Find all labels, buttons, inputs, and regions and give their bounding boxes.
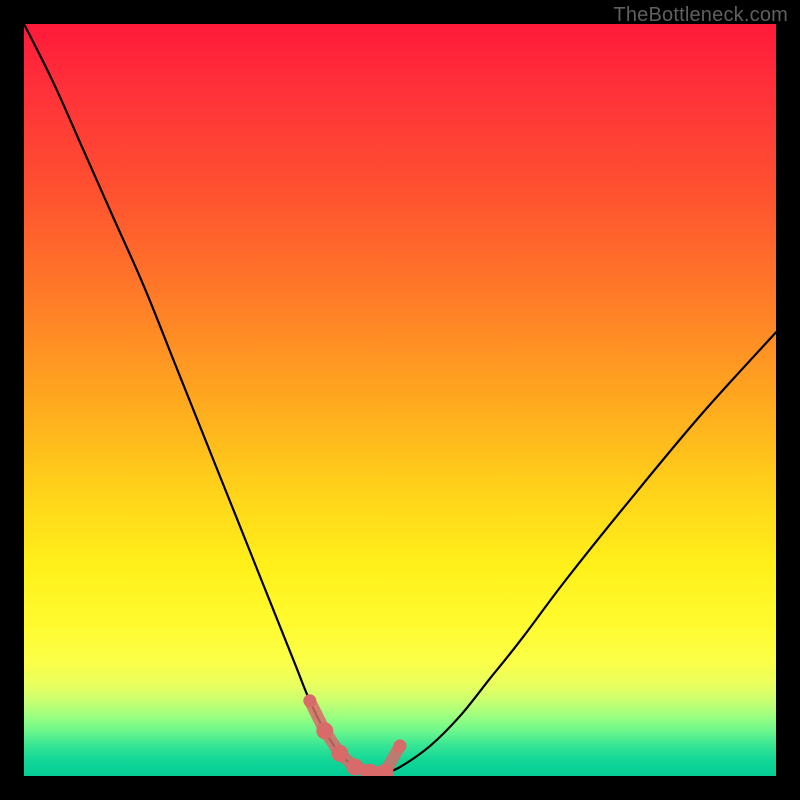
bottleneck-curve — [24, 24, 776, 773]
curve-svg — [24, 24, 776, 776]
marker-group — [303, 694, 406, 776]
basin-marker — [303, 694, 316, 707]
basin-marker — [316, 722, 333, 739]
plot-area — [24, 24, 776, 776]
basin-marker — [331, 745, 348, 762]
basin-marker — [394, 739, 407, 752]
basin-marker — [346, 759, 363, 776]
watermark-text: TheBottleneck.com — [613, 4, 788, 27]
curve-group — [24, 24, 776, 773]
chart-canvas: { "watermark": "TheBottleneck.com", "col… — [0, 0, 800, 800]
